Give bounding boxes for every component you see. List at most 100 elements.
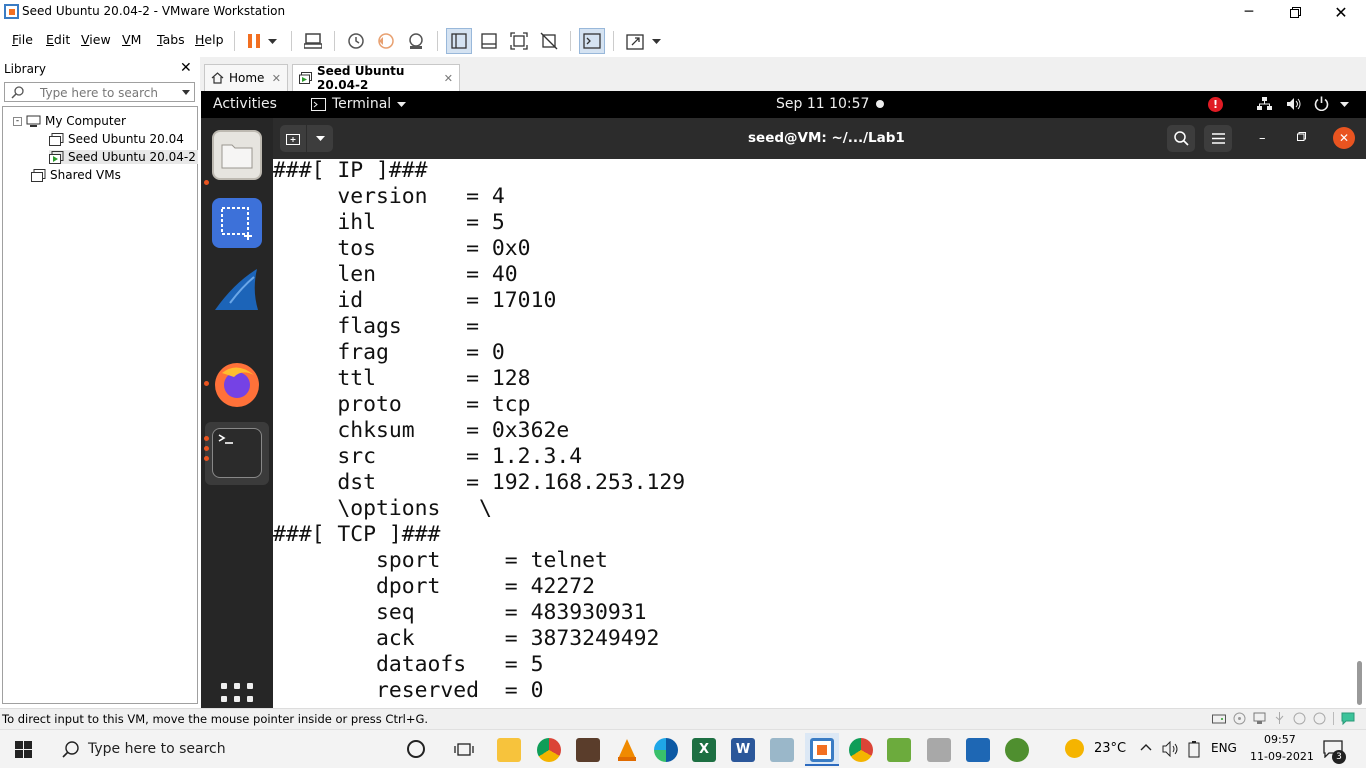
minimize-icon[interactable]: –: [1259, 131, 1266, 146]
tree-item-my-computer[interactable]: - My Computer: [13, 114, 126, 128]
close-button[interactable]: ✕: [1318, 0, 1364, 24]
thumbnail-bar-icon[interactable]: [476, 28, 502, 54]
send-ctrl-alt-del-icon[interactable]: [300, 28, 326, 54]
show-library-icon[interactable]: [446, 28, 472, 54]
vm-display[interactable]: Activities Terminal Sep 11 10:57 ! seed@…: [201, 91, 1366, 715]
system-menu-chevron-icon[interactable]: [1340, 102, 1349, 107]
word-icon[interactable]: W: [731, 738, 755, 762]
terminal-scrollbar[interactable]: [1357, 661, 1362, 705]
collapse-icon[interactable]: -: [13, 116, 22, 126]
tab-menu-chevron-icon[interactable]: [307, 125, 333, 152]
edge-icon[interactable]: [654, 738, 678, 762]
library-title: Library: [4, 62, 46, 76]
activities-button[interactable]: Activities: [213, 96, 277, 112]
battery-icon[interactable]: [1187, 741, 1201, 758]
network-tool-icon[interactable]: [1005, 738, 1029, 762]
terminal-output[interactable]: ###[ IP ]### version = 4 ihl = 5 tos = 0…: [273, 159, 1366, 708]
windows-start-icon[interactable]: [15, 741, 32, 758]
chevron-down-icon[interactable]: [182, 90, 190, 95]
photos-icon[interactable]: [966, 738, 990, 762]
device-icons: [1212, 712, 1355, 725]
show-hidden-icons-chevron-icon[interactable]: [1140, 743, 1152, 751]
network-adapter-icon[interactable]: [1253, 712, 1266, 725]
tab-seed-ubuntu[interactable]: Seed Ubuntu 20.04-2 ✕: [292, 64, 460, 92]
snapshot-icon[interactable]: [343, 28, 369, 54]
notification-dot-icon: [876, 100, 884, 108]
close-window-icon[interactable]: ✕: [1333, 127, 1355, 149]
wireshark-icon[interactable]: [212, 265, 262, 315]
hard-disk-icon[interactable]: [1212, 712, 1226, 725]
power-icon[interactable]: [1314, 96, 1329, 111]
library-search-input[interactable]: Type here to search: [4, 82, 195, 102]
tab-close-icon[interactable]: ✕: [272, 72, 281, 85]
full-screen-icon[interactable]: [506, 28, 532, 54]
search-icon[interactable]: [1167, 125, 1195, 152]
vmware-taskbar-icon[interactable]: [810, 738, 834, 762]
network-icon[interactable]: [1257, 97, 1272, 111]
sound-card-icon[interactable]: [1293, 712, 1306, 725]
vlc-icon[interactable]: [615, 738, 639, 762]
vm-utility-icon[interactable]: [770, 738, 794, 762]
app-menu-terminal[interactable]: Terminal: [311, 96, 407, 112]
cd-icon[interactable]: [1233, 712, 1246, 725]
tab-home[interactable]: Home ✕: [204, 64, 288, 91]
new-tab-icon[interactable]: [280, 125, 306, 152]
usb-icon[interactable]: [1273, 712, 1286, 725]
store-icon[interactable]: [576, 738, 600, 762]
tree-item-seed-ubuntu-2004-2[interactable]: Seed Ubuntu 20.04-2: [49, 150, 198, 164]
menu-vm[interactable]: VM: [122, 32, 141, 47]
taskbar-clock-time[interactable]: 09:57: [1264, 733, 1296, 746]
gnome-top-bar: Activities Terminal Sep 11 10:57 !: [201, 91, 1366, 118]
tab-close-icon[interactable]: ✕: [444, 72, 453, 85]
excel-icon[interactable]: X: [692, 738, 716, 762]
weather-temperature[interactable]: 23°C: [1094, 741, 1126, 756]
library-close-icon[interactable]: ✕: [180, 60, 192, 76]
cortana-icon[interactable]: [407, 740, 425, 758]
maximize-button[interactable]: [1272, 0, 1318, 24]
menu-file[interactable]: File: [12, 32, 33, 47]
stretch-dropdown-icon[interactable]: [648, 28, 664, 54]
chrome-profile-icon[interactable]: [537, 738, 561, 762]
message-log-icon[interactable]: [1341, 712, 1355, 725]
chevron-down-icon: [397, 101, 407, 107]
tree-item-seed-ubuntu-2004[interactable]: Seed Ubuntu 20.04: [49, 132, 184, 146]
unity-mode-icon[interactable]: [536, 28, 562, 54]
taskbar-clock-date[interactable]: 11-09-2021: [1250, 750, 1314, 763]
notepad-icon[interactable]: [887, 738, 911, 762]
files-icon[interactable]: [212, 130, 262, 180]
pause-dropdown-icon[interactable]: [264, 28, 280, 54]
firefox-icon[interactable]: [212, 359, 262, 409]
snapshot-manager-icon[interactable]: [403, 28, 429, 54]
terminal-line: seq = 483930931: [273, 600, 647, 625]
menu-help[interactable]: Help: [195, 32, 224, 47]
console-view-icon[interactable]: [579, 28, 605, 54]
revert-snapshot-icon[interactable]: [373, 28, 399, 54]
task-view-icon[interactable]: [454, 741, 474, 758]
calculator-icon[interactable]: [927, 738, 951, 762]
terminal-line: ihl = 5: [273, 210, 505, 235]
terminal-line: dport = 42272: [273, 574, 595, 599]
printer-icon[interactable]: [1313, 712, 1326, 725]
clock[interactable]: Sep 11 10:57: [776, 96, 869, 112]
weather-sun-icon[interactable]: [1065, 739, 1084, 758]
shared-vms-icon: [31, 168, 46, 182]
hamburger-menu-icon[interactable]: [1204, 125, 1232, 152]
minimize-button[interactable]: ─: [1226, 0, 1272, 24]
menu-view[interactable]: View: [81, 32, 111, 47]
menu-tabs[interactable]: Tabs: [157, 32, 185, 47]
terminal-icon: [311, 97, 326, 111]
terminal-app-icon[interactable]: [212, 428, 262, 478]
screenshot-icon[interactable]: [212, 198, 262, 248]
alert-icon[interactable]: !: [1208, 97, 1223, 112]
stretch-guest-icon[interactable]: [622, 28, 648, 54]
volume-icon[interactable]: [1286, 97, 1302, 111]
tree-item-shared-vms[interactable]: Shared VMs: [31, 168, 121, 182]
restore-icon[interactable]: [1297, 132, 1306, 141]
chrome-icon[interactable]: [849, 738, 873, 762]
menu-edit[interactable]: Edit: [46, 32, 70, 47]
file-explorer-icon[interactable]: [497, 738, 521, 762]
speaker-icon[interactable]: [1162, 741, 1180, 757]
input-language[interactable]: ENG: [1211, 741, 1237, 755]
taskbar-search-input[interactable]: Type here to search: [48, 730, 393, 769]
tree-item-label: My Computer: [45, 114, 126, 128]
